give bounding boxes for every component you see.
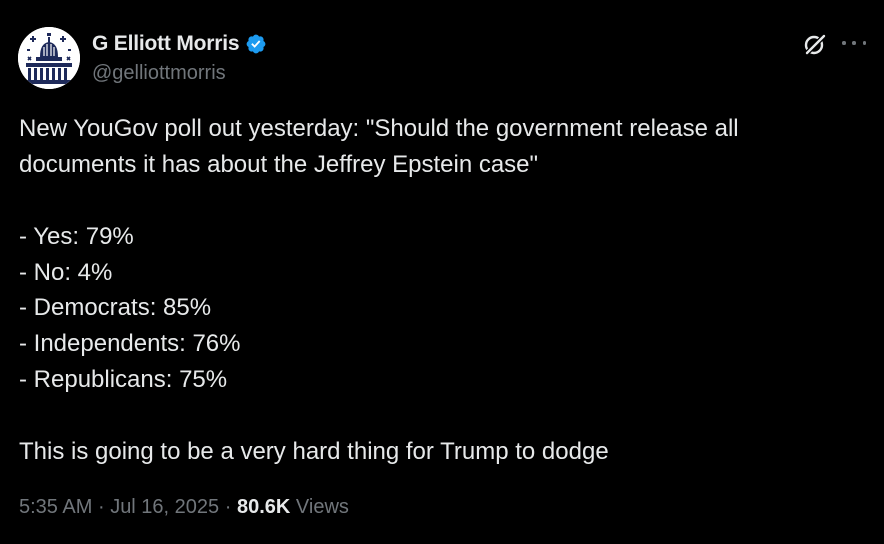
views-label: Views bbox=[295, 496, 349, 518]
meta-separator: · bbox=[97, 496, 105, 518]
author-handle[interactable]: @gelliottmorris bbox=[92, 62, 226, 85]
tweet-text-line: - Independents: 76% bbox=[19, 330, 241, 357]
more-horizontal-icon-dot bbox=[852, 41, 856, 45]
grok-slash-icon bbox=[804, 33, 827, 56]
tweet-text-line: New YouGov poll out yesterday: "Should t… bbox=[19, 115, 739, 142]
author-name-row[interactable]: G Elliott Morris bbox=[92, 30, 267, 58]
tweet-text-line: - Republicans: 75% bbox=[19, 366, 228, 393]
grok-button[interactable] bbox=[802, 31, 828, 57]
tweet-time[interactable]: 5:35 AM bbox=[19, 496, 92, 518]
tweet-text-line: This is going to be a very hard thing fo… bbox=[19, 438, 609, 465]
tweet-text-line: - Yes: 79% bbox=[19, 223, 134, 250]
tweet-text-line: documents it has about the Jeffrey Epste… bbox=[19, 151, 539, 178]
views-count[interactable]: 80.6K bbox=[237, 496, 290, 518]
avatar[interactable] bbox=[18, 27, 80, 89]
author-display-name[interactable]: G Elliott Morris bbox=[92, 32, 240, 56]
more-horizontal-icon-dot bbox=[862, 41, 866, 45]
verified-badge-icon[interactable] bbox=[245, 33, 267, 55]
more-button[interactable] bbox=[842, 33, 866, 53]
tweet-card: G Elliott Morris @gelliottmorris New You… bbox=[0, 0, 884, 544]
tweet-date[interactable]: Jul 16, 2025 bbox=[110, 496, 219, 518]
capitol-dome-avatar-icon bbox=[18, 27, 80, 89]
tweet-text-line: - Democrats: 85% bbox=[19, 294, 212, 321]
meta-separator: · bbox=[224, 496, 232, 518]
tweet-text-line: - No: 4% bbox=[19, 259, 113, 286]
tweet-meta: 5:35 AM · Jul 16, 2025 · 80.6K Views bbox=[19, 496, 349, 519]
more-horizontal-icon-dot bbox=[842, 41, 846, 45]
